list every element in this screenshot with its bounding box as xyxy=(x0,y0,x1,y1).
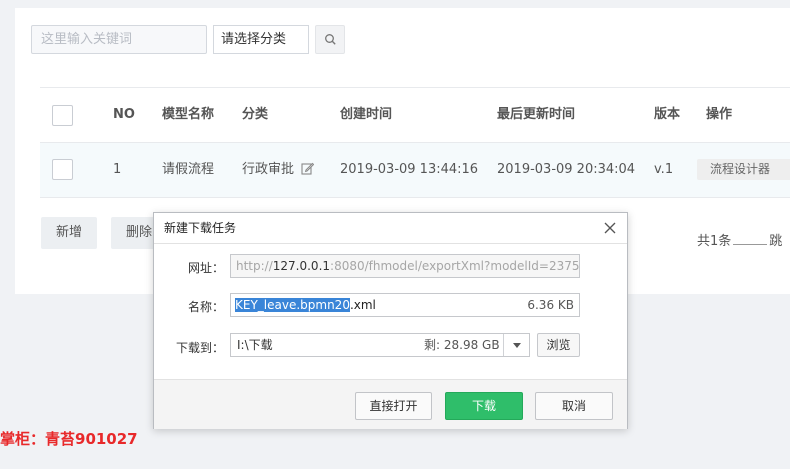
header-no: NO xyxy=(113,107,135,122)
dropdown-arrow-icon[interactable] xyxy=(503,334,529,356)
watermark-text: 掌柜：青苔901027 xyxy=(0,430,138,448)
edit-icon[interactable] xyxy=(301,162,315,175)
url-prefix: http:// xyxy=(236,259,273,273)
url-host: 127.0.0.1 xyxy=(272,259,331,273)
filename-label: 名称： xyxy=(187,300,224,314)
add-button[interactable]: 新增 xyxy=(41,217,97,249)
filename-extension: .xml xyxy=(349,298,376,312)
cancel-button[interactable]: 取消 xyxy=(535,392,613,420)
category-select[interactable]: 请选择分类 xyxy=(213,25,309,54)
free-space: 剩: 28.98 GB xyxy=(424,338,500,352)
dialog-header: 新建下载任务 xyxy=(154,213,627,244)
row-version: v.1 xyxy=(654,162,674,177)
row-updated: 2019-03-09 20:34:04 xyxy=(497,162,636,177)
header-created: 创建时间 xyxy=(340,107,393,122)
download-dialog: 新建下载任务 网址： http://127.0.0.1:8080/fhmodel… xyxy=(153,212,628,429)
row-category: 行政审批 xyxy=(242,143,315,197)
url-field[interactable]: http://127.0.0.1:8080/fhmodel/exportXml?… xyxy=(230,254,580,278)
row-model-name: 请假流程 xyxy=(162,162,215,177)
search-button[interactable] xyxy=(315,25,345,54)
flow-designer-button[interactable]: 流程设计器 xyxy=(697,159,790,180)
download-button[interactable]: 下载 xyxy=(445,392,523,420)
header-updated: 最后更新时间 xyxy=(497,107,576,122)
save-path-label: 下载到： xyxy=(175,341,224,355)
browse-button[interactable]: 浏览 xyxy=(537,333,580,357)
open-directly-button[interactable]: 直接打开 xyxy=(355,392,432,420)
header-model-name: 模型名称 xyxy=(162,107,215,122)
table-row: 1 请假流程 行政审批 2019-03-09 13:44:16 2019-03-… xyxy=(40,142,790,198)
row-category-text: 行政审批 xyxy=(242,162,295,177)
file-size: 6.36 KB xyxy=(527,298,574,312)
filename-field[interactable]: KEY_leave.bpmn20.xml 6.36 KB xyxy=(230,293,580,317)
row-no: 1 xyxy=(113,162,122,177)
save-path-value: I:\下载 xyxy=(237,338,273,352)
url-rest: :8080/fhmodel/exportXml?modelId=237505 xyxy=(330,259,580,273)
pagination-summary: 共1条 跳 xyxy=(697,230,782,249)
pagination-total: 共1条 xyxy=(697,234,732,249)
search-input[interactable] xyxy=(31,25,207,54)
dialog-footer: 直接打开 下载 取消 xyxy=(154,379,627,429)
table-header-row: NO 模型名称 分类 创建时间 最后更新时间 版本 操作 xyxy=(40,88,790,142)
close-icon[interactable] xyxy=(603,221,617,235)
save-path-select[interactable]: I:\下载 剩: 28.98 GB xyxy=(230,333,530,357)
header-category: 分类 xyxy=(242,107,269,122)
row-checkbox[interactable] xyxy=(52,159,73,180)
select-all-checkbox[interactable] xyxy=(52,105,73,126)
filename-selected: KEY_leave.bpmn20 xyxy=(235,298,350,312)
header-version: 版本 xyxy=(654,107,681,122)
header-actions: 操作 xyxy=(706,107,733,122)
pagination-jump: 跳 xyxy=(769,234,783,249)
page-jump-input[interactable] xyxy=(733,244,768,245)
search-icon xyxy=(324,34,336,45)
row-created: 2019-03-09 13:44:16 xyxy=(340,162,479,177)
url-label: 网址： xyxy=(187,261,224,275)
dialog-title: 新建下载任务 xyxy=(164,221,237,235)
